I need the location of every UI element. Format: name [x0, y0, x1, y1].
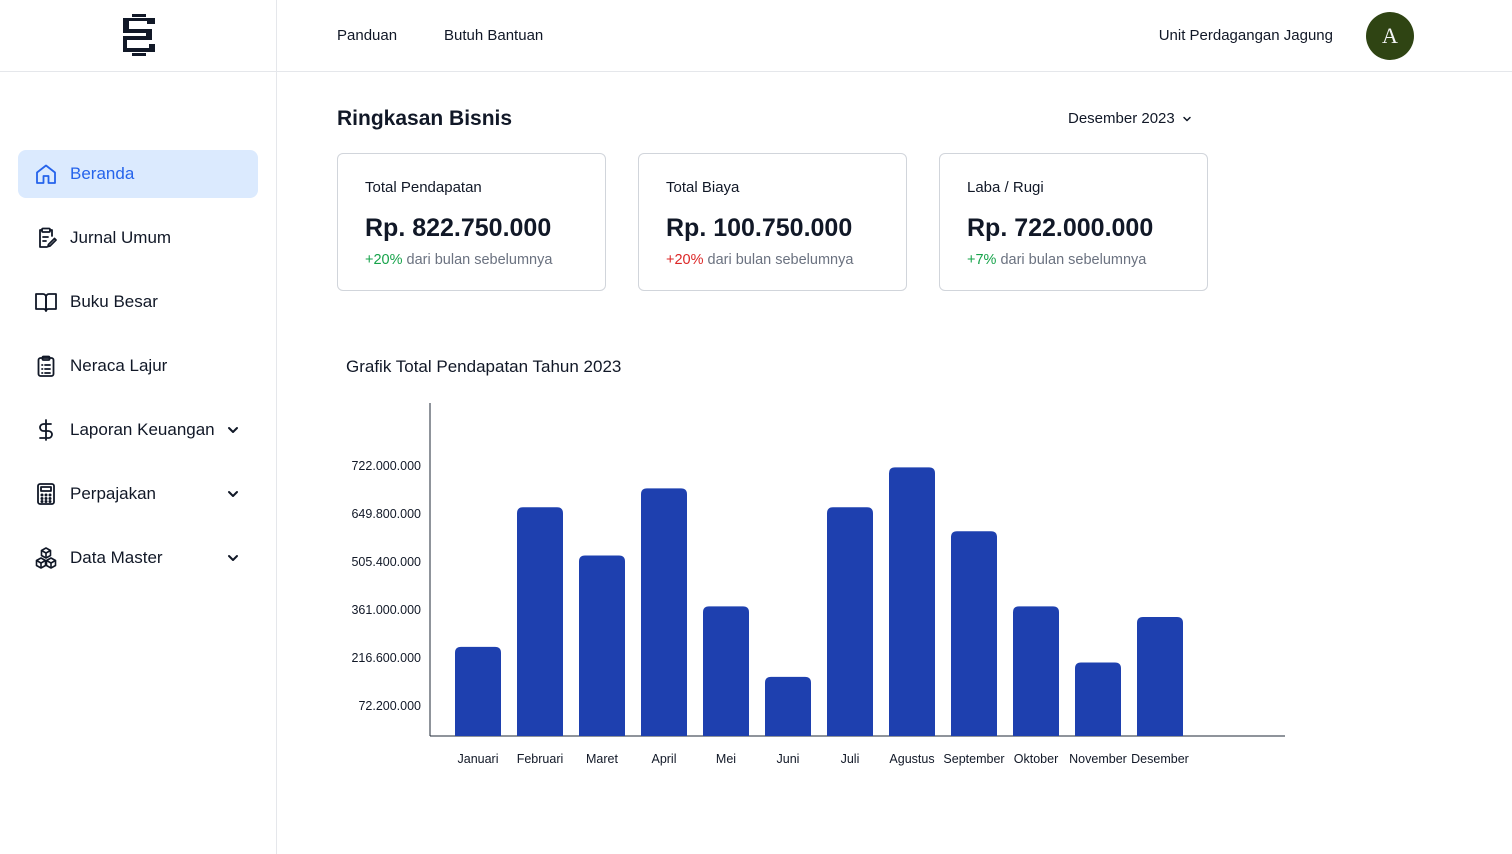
sidebar-item-jurnal-umum[interactable]: Jurnal Umum — [18, 214, 258, 262]
card-total-pendapatan: Total Pendapatan Rp. 822.750.000 +20% da… — [337, 153, 606, 291]
top-bar: Panduan Butuh Bantuan Unit Perdagangan J… — [0, 0, 1512, 72]
y-tick-label: 361.000.000 — [351, 603, 421, 617]
card-value: Rp. 722.000.000 — [967, 214, 1154, 242]
sidebar: Beranda Jurnal Umum Buku Besar Neraca La… — [0, 72, 277, 854]
chart-bar — [1013, 606, 1059, 736]
chart-bar — [889, 467, 935, 736]
y-tick-label: 649.800.000 — [351, 507, 421, 521]
x-tick-label: Juli — [841, 752, 860, 766]
sidebar-item-label: Beranda — [70, 164, 135, 183]
change-text: dari bulan sebelumnya — [703, 252, 854, 268]
chart-bar — [579, 555, 625, 736]
home-icon — [36, 164, 56, 184]
x-tick-label: Agustus — [889, 752, 934, 766]
change-text: dari bulan sebelumnya — [402, 252, 553, 268]
chart-bar — [1137, 616, 1183, 736]
card-value: Rp. 100.750.000 — [666, 214, 853, 242]
period-select[interactable]: Desember 2023 — [1068, 110, 1193, 127]
x-tick-label: Desember — [1131, 752, 1189, 766]
x-tick-label: Januari — [458, 752, 499, 766]
change-percent: +7% — [967, 252, 997, 268]
chevron-down-icon[interactable] — [225, 422, 241, 438]
chart-bar — [703, 606, 749, 736]
chart-bar — [1075, 662, 1121, 736]
sidebar-item-label: Perpajakan — [70, 484, 157, 503]
y-tick-label: 722.000.000 — [351, 459, 421, 473]
clipboard-edit-icon — [39, 227, 57, 248]
sidebar-item-label: Data Master — [70, 548, 163, 567]
y-tick-label: 72.200.000 — [358, 699, 421, 713]
change-percent: +20% — [666, 252, 704, 268]
card-change-note: +7% dari bulan sebelumnya — [967, 252, 1146, 268]
y-tick-label: 216.600.000 — [351, 651, 421, 665]
sidebar-item-perpajakan[interactable]: Perpajakan — [18, 470, 258, 518]
chart-title: Grafik Total Pendapatan Tahun 2023 — [346, 357, 622, 376]
sidebar-item-beranda[interactable]: Beranda — [18, 150, 258, 198]
sidebar-item-label: Jurnal Umum — [70, 228, 172, 247]
card-value: Rp. 822.750.000 — [365, 214, 552, 242]
chevron-down-icon — [1182, 116, 1191, 121]
logo-area — [0, 0, 277, 72]
card-title: Total Biaya — [666, 179, 740, 196]
change-text: dari bulan sebelumnya — [996, 252, 1147, 268]
chart-bar — [765, 676, 811, 736]
chart-bar — [951, 531, 997, 736]
chevron-down-icon[interactable] — [225, 550, 241, 566]
x-tick-label: September — [943, 752, 1004, 766]
user-avatar[interactable]: A — [1366, 12, 1414, 60]
sidebar-item-label: Neraca Lajur — [70, 356, 168, 375]
x-tick-label: April — [651, 752, 676, 766]
chart-bar — [517, 507, 563, 736]
nav-link-butuh-bantuan[interactable]: Butuh Bantuan — [444, 27, 543, 44]
sidebar-item-buku-besar[interactable]: Buku Besar — [18, 278, 258, 326]
organization-name: Unit Perdagangan Jagung — [1158, 27, 1333, 44]
card-title: Total Pendapatan — [365, 179, 482, 196]
sidebar-item-label: Laporan Keuangan — [70, 420, 215, 439]
x-tick-label: Juni — [777, 752, 800, 766]
sidebar-item-laporan-keuangan[interactable]: Laporan Keuangan — [18, 406, 258, 454]
x-tick-label: Maret — [586, 752, 618, 766]
x-tick-label: Februari — [517, 752, 564, 766]
open-book-icon — [35, 293, 57, 312]
page-title: Ringkasan Bisnis — [337, 107, 513, 130]
dollar-icon — [39, 419, 53, 441]
card-total-biaya: Total Biaya Rp. 100.750.000 +20% dari bu… — [638, 153, 907, 291]
chart-bar — [455, 646, 501, 736]
card-laba-rugi: Laba / Rugi Rp. 722.000.000 +7% dari bul… — [939, 153, 1208, 291]
clipboard-list-icon — [37, 355, 55, 377]
card-change-note: +20% dari bulan sebelumnya — [666, 252, 853, 268]
chevron-down-icon[interactable] — [225, 486, 241, 502]
x-tick-label: Oktober — [1014, 752, 1058, 766]
app-logo-icon[interactable] — [114, 10, 164, 60]
chart-bar — [827, 507, 873, 736]
nav-link-panduan[interactable]: Panduan — [337, 27, 397, 44]
sidebar-item-label: Buku Besar — [70, 292, 158, 311]
card-change-note: +20% dari bulan sebelumnya — [365, 252, 552, 268]
cubes-icon — [35, 547, 57, 569]
calculator-icon — [37, 483, 55, 505]
sidebar-item-neraca-lajur[interactable]: Neraca Lajur — [18, 342, 258, 390]
x-tick-label: November — [1069, 752, 1127, 766]
chart-bar — [641, 488, 687, 736]
y-tick-label: 505.400.000 — [351, 555, 421, 569]
card-title: Laba / Rugi — [967, 179, 1044, 196]
sidebar-item-data-master[interactable]: Data Master — [18, 534, 258, 582]
x-tick-label: Mei — [716, 752, 736, 766]
period-label: Desember 2023 — [1068, 110, 1175, 127]
change-percent: +20% — [365, 252, 403, 268]
